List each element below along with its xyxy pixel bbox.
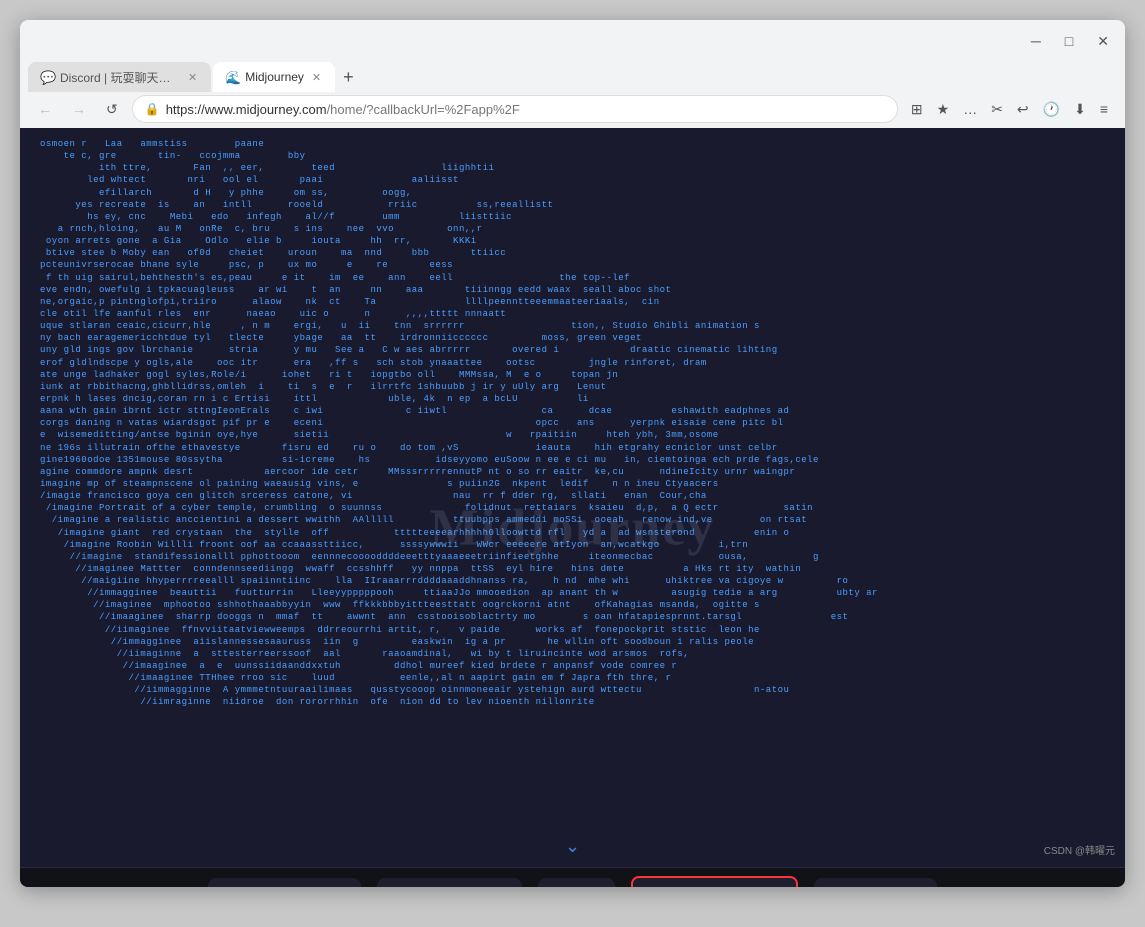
undo-button[interactable]: ↩	[1012, 98, 1034, 121]
maximize-button[interactable]: □	[1061, 31, 1077, 51]
lock-icon: 🔒	[145, 102, 160, 116]
minimize-button[interactable]: ─	[1027, 31, 1045, 51]
bottom-navigation: 📖 Get Started 🖼 Showcase 👁 👤 Join the Be…	[20, 867, 1125, 887]
menu-button[interactable]: ≡	[1095, 98, 1113, 120]
refresh-button[interactable]: ↺	[100, 97, 124, 122]
bookmark-button[interactable]: ★	[932, 98, 955, 121]
browser-chrome: ─ □ ✕ 💬 Discord | 玩耍聊天的地方 ✕ 🌊 Midjourney…	[20, 20, 1125, 128]
ascii-art-background: osmoen r Laa ammstiss paane te c, gre ti…	[20, 128, 1125, 867]
title-bar: ─ □ ✕	[20, 20, 1125, 58]
tab-discord-close[interactable]: ✕	[186, 69, 199, 86]
toolbar-actions: ⊞ ★ … ✂ ↩ 🕐 ⬇ ≡	[906, 98, 1113, 121]
cut-button[interactable]: ✂	[986, 98, 1008, 121]
forward-button[interactable]: →	[66, 97, 92, 121]
tab-midjourney[interactable]: 🌊 Midjourney ✕	[213, 62, 335, 92]
back-button[interactable]: ←	[32, 97, 58, 121]
close-button[interactable]: ✕	[1093, 31, 1113, 52]
watermark: CSDN @韩曜元	[1044, 842, 1115, 857]
address-bar[interactable]: 🔒 https://www.midjourney.com/home/?callb…	[132, 95, 898, 123]
more-button[interactable]: …	[958, 98, 982, 120]
tab-midjourney-label: Midjourney	[245, 70, 304, 84]
tabs-bar: 💬 Discord | 玩耍聊天的地方 ✕ 🌊 Midjourney ✕ +	[20, 58, 1125, 92]
download-button[interactable]: ⬇	[1069, 98, 1091, 121]
explore-nav-item[interactable]: 👁	[538, 878, 614, 888]
address-bar-row: ← → ↺ 🔒 https://www.midjourney.com/home/…	[20, 92, 1125, 128]
midjourney-favicon: 🌊	[225, 70, 239, 84]
tab-midjourney-close[interactable]: ✕	[310, 69, 323, 86]
history-button[interactable]: 🕐	[1038, 98, 1065, 121]
window-controls: ─ □ ✕	[1027, 31, 1113, 52]
content-area: osmoen r Laa ammstiss paane te c, gre ti…	[20, 128, 1125, 887]
join-beta-nav-item[interactable]: 👤 Join the Beta	[631, 876, 798, 888]
tab-discord[interactable]: 💬 Discord | 玩耍聊天的地方 ✕	[28, 62, 211, 92]
address-url: https://www.midjourney.com/home/?callbac…	[166, 102, 885, 117]
discord-favicon: 💬	[40, 70, 54, 84]
showcase-nav-item[interactable]: 🖼 Showcase	[377, 878, 523, 888]
translate-button[interactable]: ⊞	[906, 98, 928, 121]
tab-discord-label: Discord | 玩耍聊天的地方	[60, 69, 180, 86]
browser-window: ─ □ ✕ 💬 Discord | 玩耍聊天的地方 ✕ 🌊 Midjourney…	[20, 20, 1125, 887]
scroll-down-indicator: ⌄	[565, 836, 580, 857]
get-started-nav-item[interactable]: 📖 Get Started	[208, 878, 361, 888]
new-tab-button[interactable]: +	[337, 62, 360, 92]
sign-in-nav-item[interactable]: 🔑 Sign In	[814, 878, 937, 888]
